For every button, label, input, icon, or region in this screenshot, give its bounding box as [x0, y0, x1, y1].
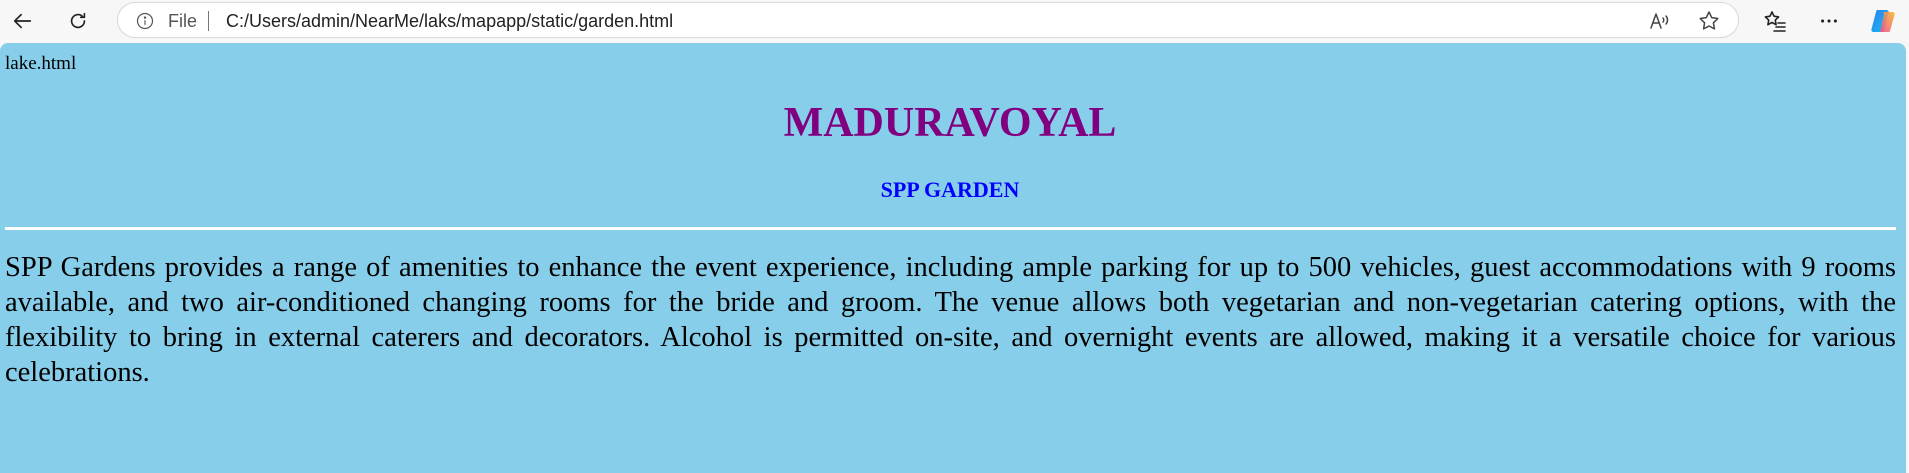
- more-options-button[interactable]: [1816, 8, 1842, 34]
- url-text[interactable]: C:/Users/admin/NearMe/laks/mapapp/static…: [226, 11, 673, 31]
- favorites-button[interactable]: [1762, 8, 1788, 34]
- more-dots-icon: [1821, 19, 1837, 23]
- refresh-button[interactable]: [61, 4, 95, 38]
- page-filename: lake.html: [5, 53, 77, 74]
- copilot-icon: [1871, 10, 1895, 32]
- copilot-button[interactable]: [1868, 5, 1900, 37]
- back-arrow-icon: [13, 13, 32, 29]
- favorite-star-icon[interactable]: [1697, 9, 1721, 33]
- page-title: MADURAVOYAL: [783, 100, 1117, 146]
- horizontal-rule: [5, 227, 1896, 230]
- file-scheme-label: File: [168, 11, 198, 31]
- refresh-icon: [70, 12, 86, 29]
- address-bar[interactable]: File C:/Users/admin/NearMe/laks/mapapp/s…: [117, 2, 1739, 38]
- browser-toolbar: File C:/Users/admin/NearMe/laks/mapapp/s…: [0, 0, 1909, 43]
- page-content: lake.html MADURAVOYAL SPP GARDEN SPP Gar…: [0, 43, 1906, 473]
- address-separator: [208, 11, 209, 31]
- page-subtitle: SPP GARDEN: [880, 177, 1020, 202]
- back-button[interactable]: [6, 4, 40, 38]
- info-icon[interactable]: [136, 12, 154, 30]
- favorites-list-icon: [1764, 11, 1786, 32]
- page-description: SPP Gardens provides a range of amenitie…: [5, 252, 1896, 388]
- read-aloud-icon[interactable]: [1648, 9, 1672, 33]
